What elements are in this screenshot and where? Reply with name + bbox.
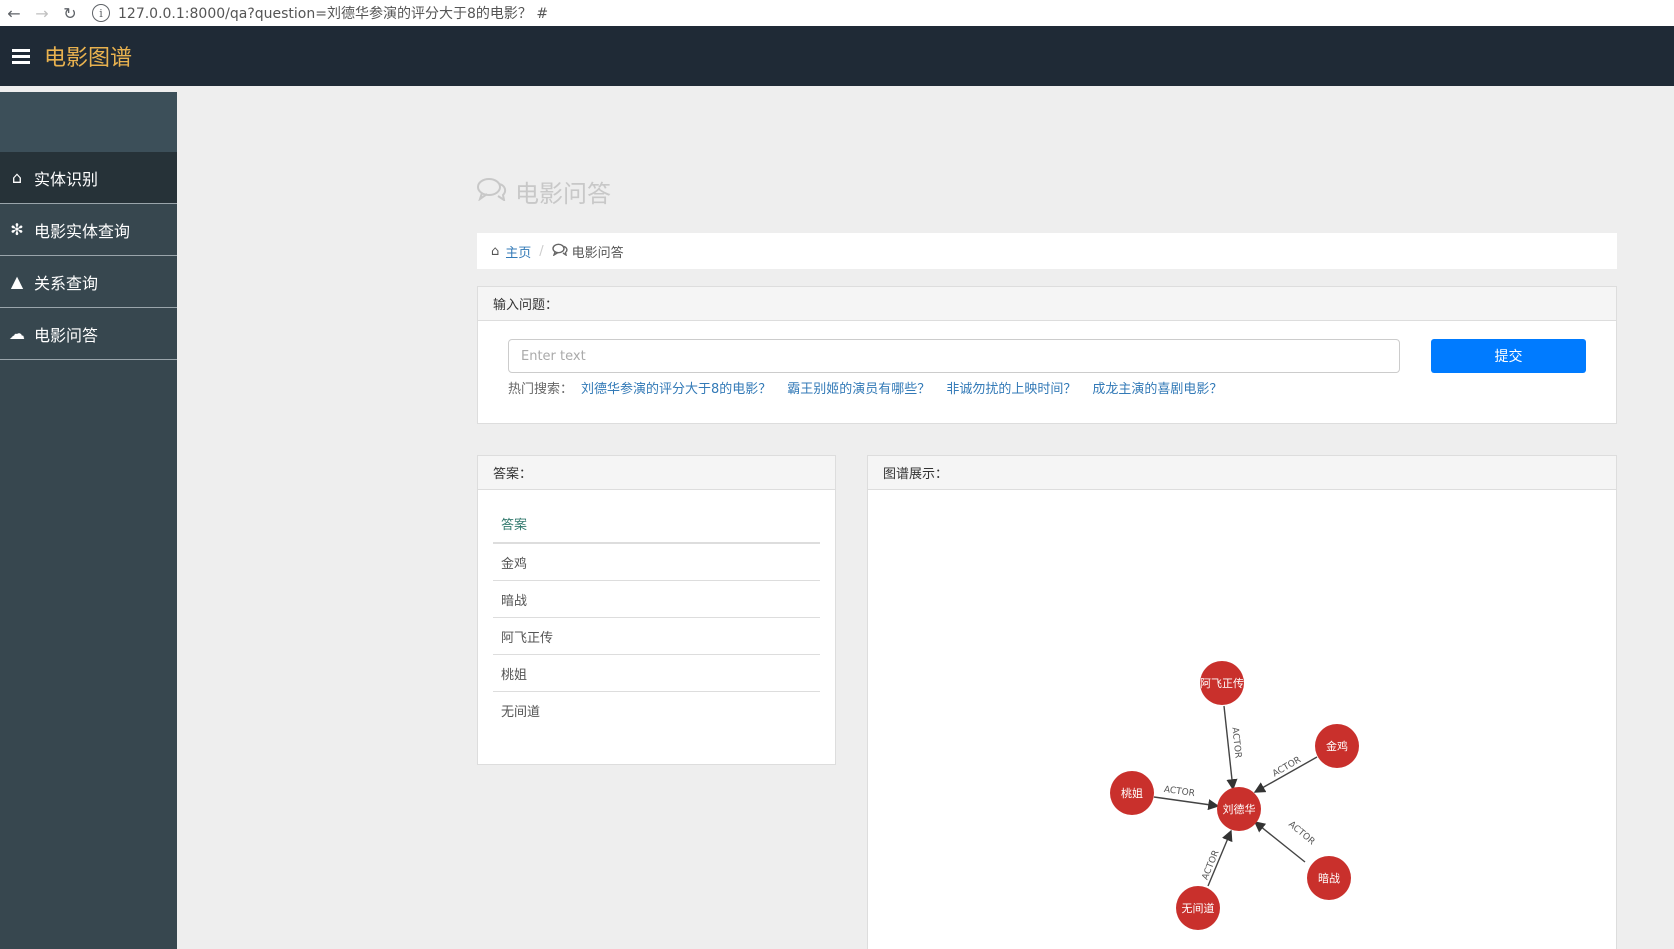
question-panel: 输入问题： 提交 热门搜索： 刘德华参演的评分大于8的电影？ 霸王别姬的演员有哪… bbox=[477, 286, 1617, 424]
sidebar-item-label: 实体识别 bbox=[34, 169, 99, 189]
hot-search-link[interactable]: 成龙主演的喜剧电影？ bbox=[1092, 378, 1222, 397]
question-input[interactable] bbox=[508, 339, 1400, 373]
graph-node-label: 金鸡 bbox=[1326, 739, 1348, 753]
answer-table-header: 答案 bbox=[493, 504, 820, 544]
graph-panel-heading: 图谱展示： bbox=[868, 456, 1616, 490]
table-row: 金鸡 bbox=[493, 544, 820, 581]
graph-node-label: 刘德华 bbox=[1223, 802, 1256, 816]
forward-icon[interactable]: → bbox=[28, 3, 56, 23]
menu-toggle-icon[interactable] bbox=[12, 48, 30, 64]
page-title-text: 电影问答 bbox=[515, 180, 611, 208]
sidebar-header bbox=[0, 92, 177, 152]
edge-label: ACTOR bbox=[1201, 849, 1222, 882]
question-panel-heading: 输入问题： bbox=[478, 287, 1616, 321]
hot-search-label: 热门搜索： bbox=[508, 382, 574, 397]
table-row: 阿飞正传 bbox=[493, 618, 820, 655]
answer-panel-heading: 答案： bbox=[478, 456, 835, 490]
sidebar-item-entity-recognition[interactable]: ⌂ 实体识别 bbox=[0, 152, 177, 204]
graph-node[interactable]: 无间道 bbox=[1176, 886, 1220, 930]
hot-search-link[interactable]: 刘德华参演的评分大于8的电影？ bbox=[581, 378, 771, 397]
knowledge-graph[interactable]: ACTOR ACTOR ACTOR ACTOR ACTOR 阿飞正传 金鸡 桃姐… bbox=[868, 491, 1616, 949]
browser-toolbar: ← → ↻ i 127.0.0.1:8000/qa?question=刘德华参演… bbox=[0, 0, 1674, 26]
comments-icon bbox=[551, 243, 568, 260]
graph-panel: 图谱展示： ACTOR ACTOR ACTOR ACTOR ACTOR 阿飞正传… bbox=[867, 455, 1617, 949]
sidebar-item-movie-entity-query[interactable]: ✻ 电影实体查询 bbox=[0, 204, 177, 256]
edge-label: ACTOR bbox=[1163, 785, 1195, 799]
answer-panel: 答案： 答案 金鸡 暗战 阿飞正传 桃姐 无间道 bbox=[477, 455, 836, 765]
graph-node[interactable]: 刘德华 bbox=[1217, 787, 1261, 831]
graph-node[interactable]: 暗战 bbox=[1307, 856, 1351, 900]
reload-icon[interactable]: ↻ bbox=[56, 3, 84, 23]
edge-label: ACTOR bbox=[1286, 820, 1316, 848]
table-row: 桃姐 bbox=[493, 655, 820, 692]
home-icon: ⌂ bbox=[491, 243, 500, 259]
hot-search: 热门搜索： 刘德华参演的评分大于8的电影？ 霸王别姬的演员有哪些？ 非诚勿扰的上… bbox=[508, 378, 1238, 397]
sidebar-item-movie-qa[interactable]: ☁ 电影问答 bbox=[0, 308, 177, 360]
atom-icon: ✻ bbox=[10, 220, 24, 239]
chat-icon: ☁ bbox=[9, 324, 25, 343]
breadcrumb-current: 电影问答 bbox=[571, 245, 624, 261]
drive-icon: ▲ bbox=[10, 272, 24, 291]
top-navbar: 电影图谱 bbox=[0, 26, 1674, 86]
graph-node-label: 暗战 bbox=[1318, 871, 1340, 885]
brand-title[interactable]: 电影图谱 bbox=[44, 40, 132, 72]
graph-node-label: 阿飞正传 bbox=[1200, 677, 1244, 690]
graph-node[interactable]: 桃姐 bbox=[1110, 771, 1154, 815]
graph-node-label: 桃姐 bbox=[1121, 786, 1143, 800]
url-text[interactable]: 127.0.0.1:8000/qa?question=刘德华参演的评分大于8的电… bbox=[118, 3, 548, 23]
sidebar-item-relation-query[interactable]: ▲ 关系查询 bbox=[0, 256, 177, 308]
graph-edge bbox=[1153, 796, 1220, 811]
edge-label: ACTOR bbox=[1229, 727, 1242, 759]
graph-node-label: 无间道 bbox=[1182, 901, 1215, 915]
sidebar: ⌂ 实体识别 ✻ 电影实体查询 ▲ 关系查询 ☁ 电影问答 bbox=[0, 92, 177, 949]
site-info-icon[interactable]: i bbox=[92, 4, 110, 22]
comments-icon bbox=[477, 177, 507, 207]
hot-search-link[interactable]: 霸王别姬的演员有哪些？ bbox=[787, 378, 930, 397]
back-icon[interactable]: ← bbox=[0, 3, 28, 23]
breadcrumb-separator: / bbox=[539, 243, 544, 259]
breadcrumb-home-link[interactable]: 主页 bbox=[505, 242, 531, 261]
graph-node[interactable]: 阿飞正传 bbox=[1200, 661, 1244, 705]
table-row: 无间道 bbox=[501, 705, 541, 720]
hot-search-link[interactable]: 非诚勿扰的上映时间？ bbox=[946, 378, 1076, 397]
breadcrumb: ⌂ 主页 / 电影问答 bbox=[477, 233, 1617, 269]
answer-table: 答案 金鸡 暗战 阿飞正传 桃姐 无间道 bbox=[478, 490, 835, 729]
submit-button[interactable]: 提交 bbox=[1431, 339, 1586, 373]
address-bar[interactable]: i 127.0.0.1:8000/qa?question=刘德华参演的评分大于8… bbox=[92, 2, 549, 24]
sidebar-item-label: 电影实体查询 bbox=[34, 221, 131, 241]
page-title: 电影问答 bbox=[477, 174, 611, 209]
table-row: 暗战 bbox=[493, 581, 820, 618]
sidebar-item-label: 关系查询 bbox=[34, 273, 99, 293]
sidebar-item-label: 电影问答 bbox=[34, 325, 99, 345]
graph-node[interactable]: 金鸡 bbox=[1315, 724, 1359, 768]
home-icon: ⌂ bbox=[11, 168, 23, 187]
